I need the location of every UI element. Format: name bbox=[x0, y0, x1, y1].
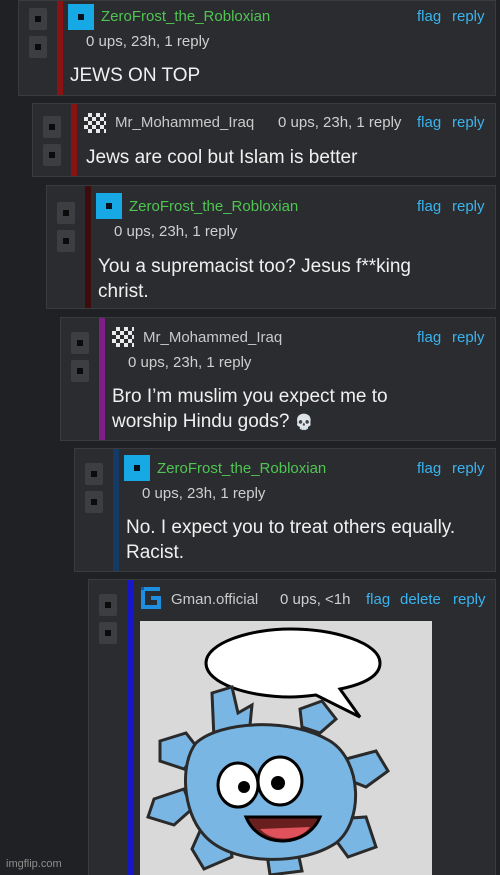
upvote-button[interactable] bbox=[29, 8, 47, 30]
comment-meme-image[interactable] bbox=[140, 621, 432, 875]
thread-bar bbox=[71, 104, 77, 176]
comment-text: No. I expect you to treat others equally… bbox=[126, 517, 456, 563]
downvote-button[interactable] bbox=[29, 36, 47, 58]
user-avatar[interactable] bbox=[96, 193, 122, 219]
user-avatar[interactable] bbox=[112, 327, 134, 347]
flag-link[interactable]: flag bbox=[417, 329, 441, 346]
downvote-button[interactable] bbox=[85, 491, 103, 513]
comment-text: Jews are cool but Islam is better bbox=[86, 147, 358, 168]
comment: ZeroFrost_the_Robloxian 0 ups, 23h, 1 re… bbox=[74, 448, 496, 572]
reply-link[interactable]: reply bbox=[452, 114, 485, 131]
user-avatar[interactable] bbox=[68, 4, 94, 30]
comment-text: You a supremacist too? Jesus f**king chr… bbox=[98, 256, 411, 302]
comment: Mr_Mohammed_Iraq 0 ups, 23h, 1 reply fla… bbox=[60, 317, 496, 441]
upvote-button[interactable] bbox=[43, 116, 61, 138]
flag-link[interactable]: flag bbox=[417, 8, 441, 25]
downvote-button[interactable] bbox=[43, 144, 61, 166]
reply-link[interactable]: reply bbox=[452, 8, 485, 25]
vote-controls bbox=[19, 1, 55, 95]
comment-meta: 0 ups, 23h, 1 reply bbox=[86, 33, 210, 50]
upvote-button[interactable] bbox=[71, 332, 89, 354]
reply-link[interactable]: reply bbox=[453, 591, 486, 608]
username-link[interactable]: Mr_Mohammed_Iraq bbox=[115, 114, 254, 131]
username-link[interactable]: ZeroFrost_the_Robloxian bbox=[157, 460, 326, 477]
upvote-button[interactable] bbox=[57, 202, 75, 224]
downvote-button[interactable] bbox=[71, 360, 89, 382]
upvote-button[interactable] bbox=[99, 594, 117, 616]
vote-controls bbox=[89, 580, 125, 875]
user-avatar[interactable] bbox=[84, 113, 106, 133]
thread-bar bbox=[127, 580, 133, 875]
reply-link[interactable]: reply bbox=[452, 460, 485, 477]
comment-meta: 0 ups, 23h, 1 reply bbox=[128, 354, 252, 371]
reply-link[interactable]: reply bbox=[452, 329, 485, 346]
comment-text: Bro I’m muslim you expect me to worship … bbox=[112, 386, 388, 432]
vote-controls bbox=[75, 449, 111, 571]
thread-bar bbox=[57, 1, 63, 95]
comment: ZeroFrost_the_Robloxian 0 ups, 23h, 1 re… bbox=[46, 185, 496, 309]
flag-link[interactable]: flag bbox=[417, 460, 441, 477]
flag-link[interactable]: flag bbox=[417, 114, 441, 131]
skull-emoji: 💀 bbox=[294, 414, 314, 431]
g-logo-avatar[interactable] bbox=[140, 586, 162, 610]
flag-link[interactable]: flag bbox=[417, 198, 441, 215]
comment-text: JEWS ON TOP bbox=[70, 65, 201, 86]
snowflake-meme-illustration bbox=[140, 621, 432, 875]
username-link[interactable]: Gman.official bbox=[171, 591, 258, 608]
comment: ZeroFrost_the_Robloxian 0 ups, 23h, 1 re… bbox=[18, 0, 496, 96]
thread-bar bbox=[99, 318, 105, 440]
thread-bar bbox=[113, 449, 119, 571]
flag-link[interactable]: flag bbox=[366, 591, 390, 608]
comment-meta: 0 ups, 23h, 1 reply bbox=[142, 485, 266, 502]
reply-link[interactable]: reply bbox=[452, 198, 485, 215]
vote-controls bbox=[47, 186, 83, 308]
user-avatar[interactable] bbox=[124, 455, 150, 481]
comment-meta: 0 ups, 23h, 1 reply bbox=[114, 223, 238, 240]
vote-controls bbox=[33, 104, 69, 176]
vote-controls bbox=[61, 318, 97, 440]
downvote-button[interactable] bbox=[57, 230, 75, 252]
comment-meta: 0 ups, 23h, 1 reply bbox=[278, 114, 402, 131]
downvote-button[interactable] bbox=[99, 622, 117, 644]
watermark: imgflip.com bbox=[6, 858, 62, 870]
comment: Mr_Mohammed_Iraq 0 ups, 23h, 1 reply fla… bbox=[32, 103, 496, 177]
upvote-button[interactable] bbox=[85, 463, 103, 485]
delete-link[interactable]: delete bbox=[400, 591, 441, 608]
username-link[interactable]: ZeroFrost_the_Robloxian bbox=[129, 198, 298, 215]
thread-bar bbox=[85, 186, 91, 308]
comment-meta: 0 ups, <1h bbox=[280, 591, 351, 608]
username-link[interactable]: ZeroFrost_the_Robloxian bbox=[101, 8, 270, 25]
username-link[interactable]: Mr_Mohammed_Iraq bbox=[143, 329, 282, 346]
